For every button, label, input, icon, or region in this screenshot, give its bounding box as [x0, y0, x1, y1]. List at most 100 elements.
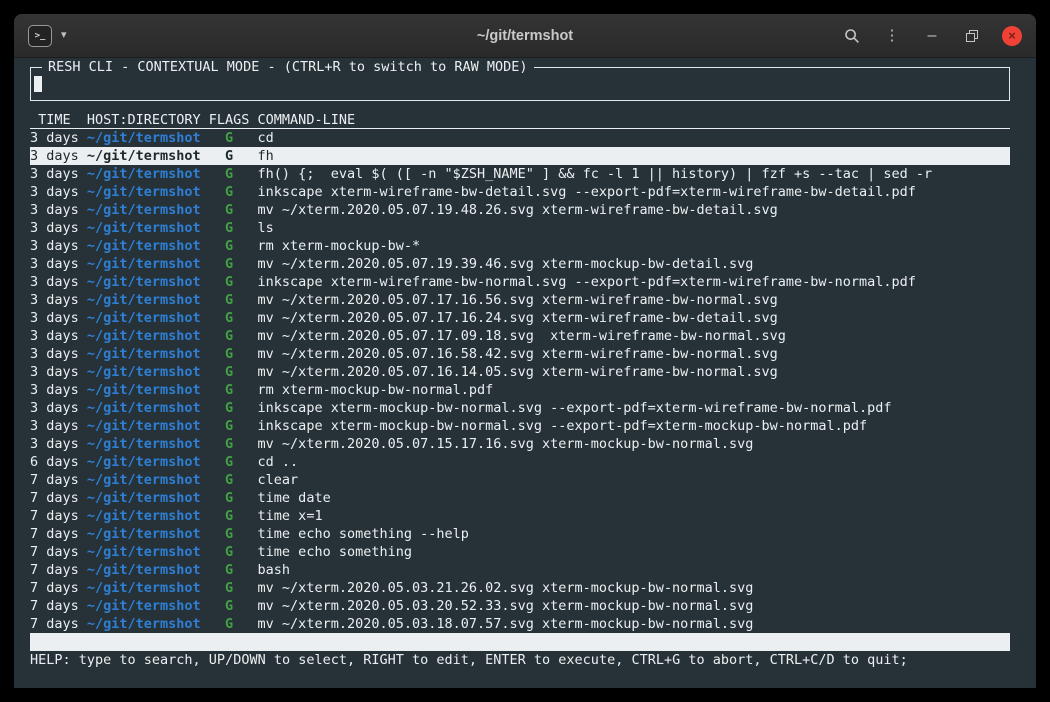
- history-row[interactable]: 3 days ~/git/termshot Ginkscape xterm-wire…: [30, 183, 1010, 201]
- row-time: 3 days: [30, 417, 79, 435]
- row-time: 3 days: [30, 219, 79, 237]
- row-command: mv ~/xterm.2020.05.07.19.48.26.svg xterm…: [258, 201, 1010, 219]
- row-time: 7 days: [30, 561, 79, 579]
- row-command: inkscape xterm-wireframe-bw-normal.svg -…: [258, 273, 1010, 291]
- terminal-screen[interactable]: RESH CLI - CONTEXTUAL MODE - (CTRL+R to …: [14, 58, 1036, 688]
- row-time: 7 days: [30, 579, 79, 597]
- row-directory: ~/git/termshot: [87, 507, 201, 525]
- history-row[interactable]: 6 days~/git/termshotGcd ..: [30, 453, 1010, 471]
- terminal-window: >_ ▾ ~/git/termshot ⋮ –: [14, 14, 1036, 688]
- row-directory: ~/git/termshot: [87, 273, 201, 291]
- history-row[interactable]: 7 days ~/git/termshot Gmv ~/xterm.2020.05.…: [30, 597, 1010, 615]
- row-time: 3 days: [30, 237, 79, 255]
- row-directory: ~/git/termshot: [87, 237, 201, 255]
- row-directory: ~/git/termshot: [87, 561, 201, 579]
- header-command-line: COMMAND-LINE: [258, 111, 1010, 128]
- history-row[interactable]: 7 days~/git/termshotGtime echo something…: [30, 525, 1010, 543]
- row-command: rm xterm-mockup-bw-normal.pdf: [258, 381, 1010, 399]
- row-command: bash: [258, 561, 1010, 579]
- row-time: 3 days: [30, 363, 79, 381]
- row-flags: G: [209, 183, 250, 201]
- row-time: 3 days: [30, 273, 79, 291]
- row-time: 3 days: [30, 399, 79, 417]
- restore-icon: [964, 28, 980, 44]
- row-command: cd ..: [258, 453, 1010, 471]
- history-row[interactable]: 3 days~/git/termshotGmv ~/xterm.2020.05.…: [30, 309, 1010, 327]
- history-row[interactable]: 3 days~/git/termshotGmv ~/xterm.2020.05.…: [30, 345, 1010, 363]
- history-row[interactable]: 7 days~/git/termshotGmv ~/xterm.2020.05.…: [30, 615, 1010, 633]
- row-command: inkscape xterm-wireframe-bw-detail.svg -…: [258, 183, 1010, 201]
- row-command: inkscape xterm-mockup-bw-normal.svg --ex…: [258, 417, 1010, 435]
- row-time: 3 days: [30, 201, 79, 219]
- search-box-title: RESH CLI - CONTEXTUAL MODE - (CTRL+R to …: [42, 58, 534, 76]
- row-time: 7 days: [30, 615, 79, 633]
- chevron-down-icon: ▾: [61, 30, 67, 41]
- history-row[interactable]: 3 days~/git/termshotGls: [30, 219, 1010, 237]
- minimize-button[interactable]: –: [922, 26, 942, 46]
- row-directory: ~/git/termshot: [87, 543, 201, 561]
- row-directory: ~/git/termshot: [87, 597, 201, 615]
- history-row[interactable]: 3 days~/git/termshotGfh: [30, 147, 1010, 165]
- row-flags: G: [209, 273, 250, 291]
- row-directory: ~/git/termshot: [87, 327, 201, 345]
- text-cursor: [34, 76, 42, 92]
- history-row[interactable]: 3 days~/git/termshotGfh() {; eval $( ([ …: [30, 165, 1010, 183]
- history-row[interactable]: 7 days~/git/termshotGtime date: [30, 489, 1010, 507]
- row-flags: G: [209, 309, 250, 327]
- history-row[interactable]: 3 days~/git/termshotGmv ~/xterm.2020.05.…: [30, 327, 1010, 345]
- row-directory: ~/git/termshot: [87, 255, 201, 273]
- row-flags: G: [209, 489, 250, 507]
- history-row[interactable]: 3 days~/git/termshotGmv ~/xterm.2020.05.…: [30, 201, 1010, 219]
- close-button[interactable]: ×: [1002, 26, 1022, 46]
- row-time: 7 days: [30, 597, 79, 615]
- row-flags: G: [209, 471, 250, 489]
- history-row[interactable]: 3 days~/git/termshotGinkscape xterm-mock…: [30, 417, 1010, 435]
- window-title: ~/git/termshot: [164, 28, 886, 44]
- row-time: 3 days: [30, 129, 79, 147]
- row-time: 3 days: [30, 183, 79, 201]
- row-time: 7 days: [30, 507, 79, 525]
- history-row[interactable]: 7 days~/git/termshotGclear: [30, 471, 1010, 489]
- header-time: TIME: [30, 111, 79, 128]
- row-flags: G: [209, 597, 250, 615]
- history-row[interactable]: 7 days~/git/termshotGtime echo something: [30, 543, 1010, 561]
- terminal-app-icon: >_: [28, 25, 52, 47]
- new-terminal-button[interactable]: >_ ▾: [28, 25, 67, 47]
- row-time: 6 days: [30, 453, 79, 471]
- header-flags: FLAGS: [209, 111, 250, 128]
- history-row[interactable]: 3 days~/git/termshotGrm xterm-mockup-bw-…: [30, 381, 1010, 399]
- history-row[interactable]: 7 days~/git/termshotGtime x=1: [30, 507, 1010, 525]
- row-time: 3 days: [30, 327, 79, 345]
- row-command: mv ~/xterm.2020.05.07.19.39.46.svg xterm…: [258, 255, 1010, 273]
- history-row[interactable]: 3 days~/git/termshotGinkscape xterm-mock…: [30, 399, 1010, 417]
- row-command: time echo something --help: [258, 525, 1010, 543]
- history-row[interactable]: 3 days~/git/termshotGmv ~/xterm.2020.05.…: [30, 255, 1010, 273]
- row-flags: G: [209, 561, 250, 579]
- history-row[interactable]: 3 days~/git/termshotGrm xterm-mockup-bw-…: [30, 237, 1010, 255]
- row-directory: ~/git/termshot: [87, 471, 201, 489]
- row-flags: G: [209, 507, 250, 525]
- titlebar[interactable]: >_ ▾ ~/git/termshot ⋮ –: [14, 14, 1036, 58]
- history-row[interactable]: 7 days~/git/termshotGmv ~/xterm.2020.05.…: [30, 579, 1010, 597]
- row-time: 7 days: [30, 489, 79, 507]
- search-input[interactable]: RESH CLI - CONTEXTUAL MODE - (CTRL+R to …: [30, 67, 1010, 101]
- history-row[interactable]: 7 days ~/git/termshot Gbash: [30, 561, 1010, 579]
- menu-button[interactable]: ⋮: [882, 26, 902, 46]
- row-directory: ~/git/termshot: [87, 417, 201, 435]
- search-button[interactable]: [842, 26, 862, 46]
- row-flags: G: [209, 525, 250, 543]
- row-directory: ~/git/termshot: [87, 183, 201, 201]
- history-row[interactable]: 3 days~/git/termshotGcd: [30, 129, 1010, 147]
- row-flags: G: [209, 363, 250, 381]
- row-flags: G: [209, 399, 250, 417]
- row-flags: G: [209, 327, 250, 345]
- history-row[interactable]: 3 days~/git/termshotGmv ~/xterm.2020.05.…: [30, 435, 1010, 453]
- restore-button[interactable]: [962, 26, 982, 46]
- row-directory: ~/git/termshot: [87, 129, 201, 147]
- table-header: TIME HOST:DIRECTORY FLAGS COMMAND-LINE: [30, 111, 1010, 129]
- history-row[interactable]: 3 days~/git/termshotGmv ~/xterm.2020.05.…: [30, 363, 1010, 381]
- row-command: mv ~/xterm.2020.05.03.20.52.33.svg xterm…: [258, 597, 1010, 615]
- row-command: mv ~/xterm.2020.05.07.16.58.42.svg xterm…: [258, 345, 1010, 363]
- history-row[interactable]: 3 days~/git/termshotGmv ~/xterm.2020.05.…: [30, 291, 1010, 309]
- history-row[interactable]: 3 days ~/git/termshot Ginkscape xterm-wire…: [30, 273, 1010, 291]
